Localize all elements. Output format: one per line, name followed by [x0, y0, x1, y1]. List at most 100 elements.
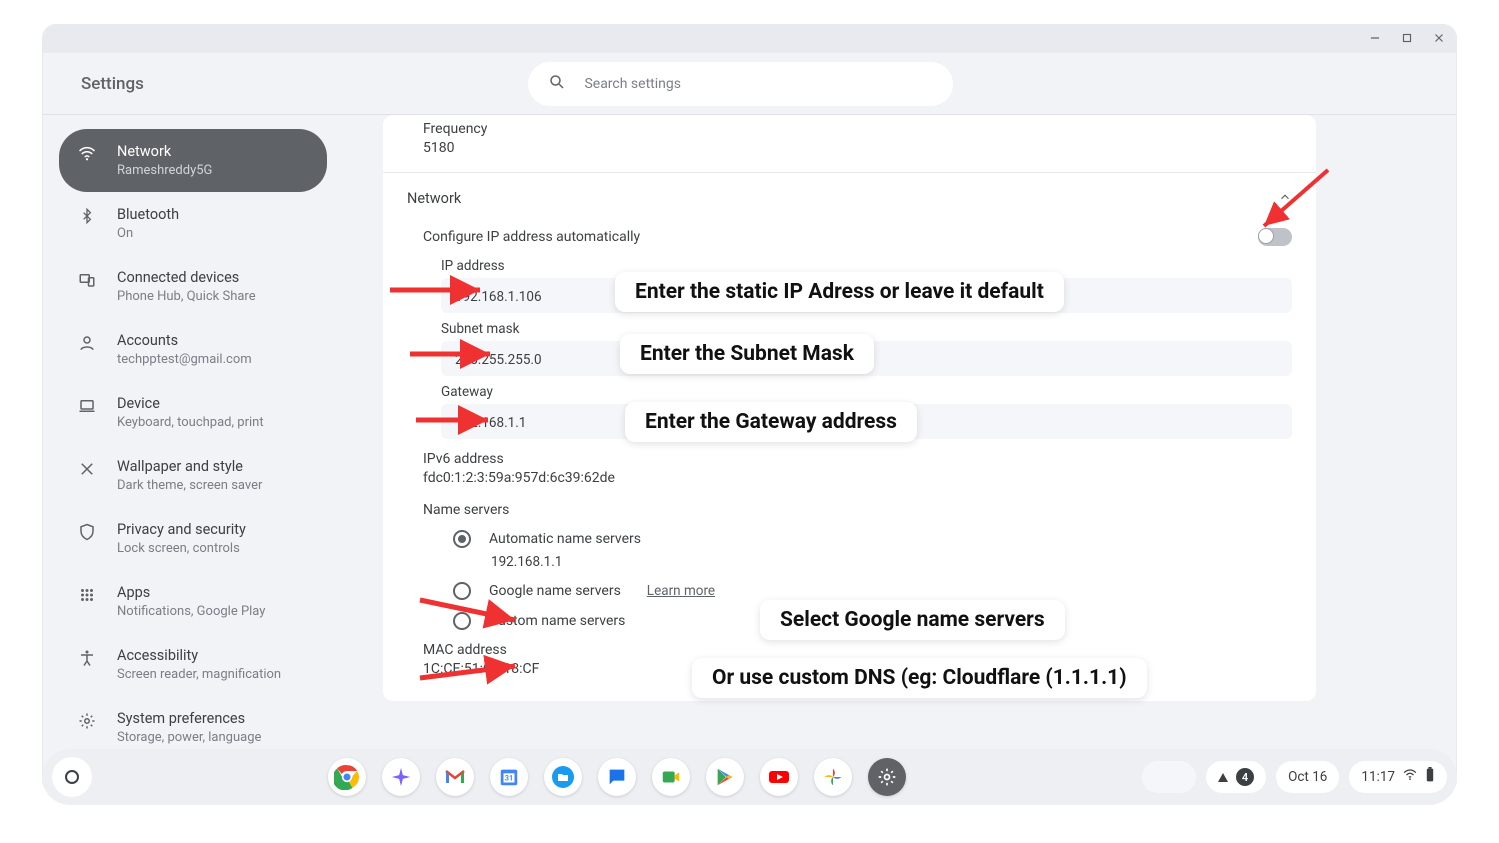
auto-ip-label: Configure IP address automatically	[423, 229, 640, 245]
annotation-callout: Enter the Subnet Mask	[620, 334, 874, 374]
notification-count: 4	[1236, 768, 1254, 786]
annotation-callout: Or use custom DNS (eg: Cloudflare (1.1.1…	[692, 658, 1147, 698]
sidebar-item-network[interactable]: Network Rameshreddy5G	[59, 129, 327, 192]
maximize-icon[interactable]	[1400, 30, 1414, 49]
frequency-label: Frequency	[423, 121, 1316, 137]
ipv6-value: fdc0:1:2:3:59a:957d:6c39:62de	[423, 470, 1292, 486]
shelf-time: 11:17	[1361, 769, 1395, 785]
window-titlebar	[43, 25, 1456, 53]
name-servers-label: Name servers	[383, 486, 1316, 518]
app-settings[interactable]	[868, 758, 906, 796]
annotation-callout: Enter the Gateway address	[625, 402, 917, 442]
gear-icon	[77, 710, 97, 730]
ipv6-label: IPv6 address	[423, 451, 1292, 467]
minimize-icon[interactable]	[1368, 30, 1382, 49]
sidebar-item-wallpaper[interactable]: Wallpaper and style Dark theme, screen sa…	[59, 444, 327, 507]
sidebar-item-label: Apps	[117, 584, 265, 601]
palette-icon	[77, 458, 97, 478]
wifi-icon	[77, 143, 97, 163]
annotation-arrow	[416, 408, 496, 442]
sidebar-item-apps[interactable]: Apps Notifications, Google Play	[59, 570, 327, 633]
sidebar-item-label: Network	[117, 143, 212, 160]
sidebar-item-label: Bluetooth	[117, 206, 179, 223]
app-youtube[interactable]	[760, 758, 798, 796]
sidebar-item-sub: Phone Hub, Quick Share	[117, 289, 256, 304]
search-box[interactable]	[528, 62, 953, 106]
shield-icon	[77, 521, 97, 541]
app-chrome[interactable]	[328, 758, 366, 796]
sidebar-item-sub: Notifications, Google Play	[117, 604, 265, 619]
launcher-icon	[65, 770, 79, 784]
notifications-pill[interactable]: 4	[1206, 761, 1266, 793]
app-gmail[interactable]	[436, 758, 474, 796]
ns-automatic-value: 192.168.1.1	[383, 548, 1316, 570]
devices-icon	[77, 269, 97, 289]
sidebar-item-label: Privacy and security	[117, 521, 246, 538]
sidebar-item-label: Wallpaper and style	[117, 458, 262, 475]
sidebar-item-sub: Keyboard, touchpad, print	[117, 415, 264, 430]
sidebar: Network Rameshreddy5G Bluetooth On Connect…	[43, 115, 343, 793]
battery-status-icon	[1425, 767, 1435, 787]
sidebar-item-sub: Dark theme, screen saver	[117, 478, 262, 493]
sidebar-item-sub: On	[117, 226, 179, 241]
app-play-store[interactable]	[706, 758, 744, 796]
svg-text:31: 31	[505, 774, 513, 783]
sidebar-item-label: Connected devices	[117, 269, 256, 286]
app-gemini[interactable]	[382, 758, 420, 796]
sidebar-item-accounts[interactable]: Accounts techpptest@gmail.com	[59, 318, 327, 381]
annotation-arrow	[420, 590, 530, 634]
phone-hub-pill[interactable]	[1142, 761, 1196, 793]
learn-more-link[interactable]: Learn more	[647, 583, 715, 599]
annotation-callout: Select Google name servers	[760, 600, 1065, 640]
search-icon	[548, 73, 566, 95]
shelf-date: Oct 16	[1288, 769, 1327, 785]
accessibility-icon	[77, 647, 97, 667]
launcher-button[interactable]	[52, 757, 92, 797]
annotation-callout: Enter the static IP Adress or leave it d…	[615, 272, 1064, 312]
sidebar-item-label: Accounts	[117, 332, 252, 349]
mac-label: MAC address	[423, 642, 1292, 658]
shelf: 31 4 Oct 16 11:17	[42, 749, 1457, 805]
network-section-title: Network	[407, 190, 461, 207]
sidebar-item-label: Accessibility	[117, 647, 281, 664]
status-tray[interactable]: 11:17	[1349, 761, 1447, 793]
sidebar-item-device[interactable]: Device Keyboard, touchpad, print	[59, 381, 327, 444]
app-files[interactable]	[544, 758, 582, 796]
annotation-arrow	[420, 648, 530, 692]
account-icon	[77, 332, 97, 352]
search-input[interactable]	[584, 76, 933, 92]
sidebar-item-sub: Rameshreddy5G	[117, 163, 212, 178]
app-photos[interactable]	[814, 758, 852, 796]
app-title: Settings	[81, 74, 144, 94]
app-calendar[interactable]: 31	[490, 758, 528, 796]
app-meet[interactable]	[652, 758, 690, 796]
gateway-label: Gateway	[441, 384, 1292, 400]
sidebar-item-label: Device	[117, 395, 264, 412]
radio-icon	[453, 530, 471, 548]
close-icon[interactable]	[1432, 30, 1446, 49]
annotation-arrow	[390, 278, 490, 312]
sidebar-item-sub: techpptest@gmail.com	[117, 352, 252, 367]
sidebar-item-sub: Screen reader, magnification	[117, 667, 281, 682]
caret-up-icon	[1218, 773, 1228, 782]
network-section-header[interactable]: Network	[383, 173, 1316, 218]
sidebar-item-bluetooth[interactable]: Bluetooth On	[59, 192, 327, 255]
ns-automatic-label: Automatic name servers	[489, 531, 641, 547]
frequency-value: 5180	[423, 140, 1316, 156]
sidebar-item-sub: Lock screen, controls	[117, 541, 246, 556]
apps-icon	[77, 584, 97, 604]
topbar: Settings	[43, 53, 1456, 115]
sidebar-item-privacy[interactable]: Privacy and security Lock screen, control…	[59, 507, 327, 570]
date-pill[interactable]: Oct 16	[1276, 761, 1339, 793]
laptop-icon	[77, 395, 97, 415]
wifi-status-icon	[1403, 768, 1417, 786]
ns-radio-automatic[interactable]: Automatic name servers	[383, 518, 1316, 548]
sidebar-item-sub: Storage, power, language	[117, 730, 261, 745]
sidebar-item-accessibility[interactable]: Accessibility Screen reader, magnificatio…	[59, 633, 327, 696]
sidebar-item-connected-devices[interactable]: Connected devices Phone Hub, Quick Share	[59, 255, 327, 318]
bluetooth-icon	[77, 206, 97, 224]
annotation-arrow	[1258, 170, 1338, 244]
sidebar-item-label: System preferences	[117, 710, 261, 727]
app-messages[interactable]	[598, 758, 636, 796]
annotation-arrow	[410, 342, 500, 376]
